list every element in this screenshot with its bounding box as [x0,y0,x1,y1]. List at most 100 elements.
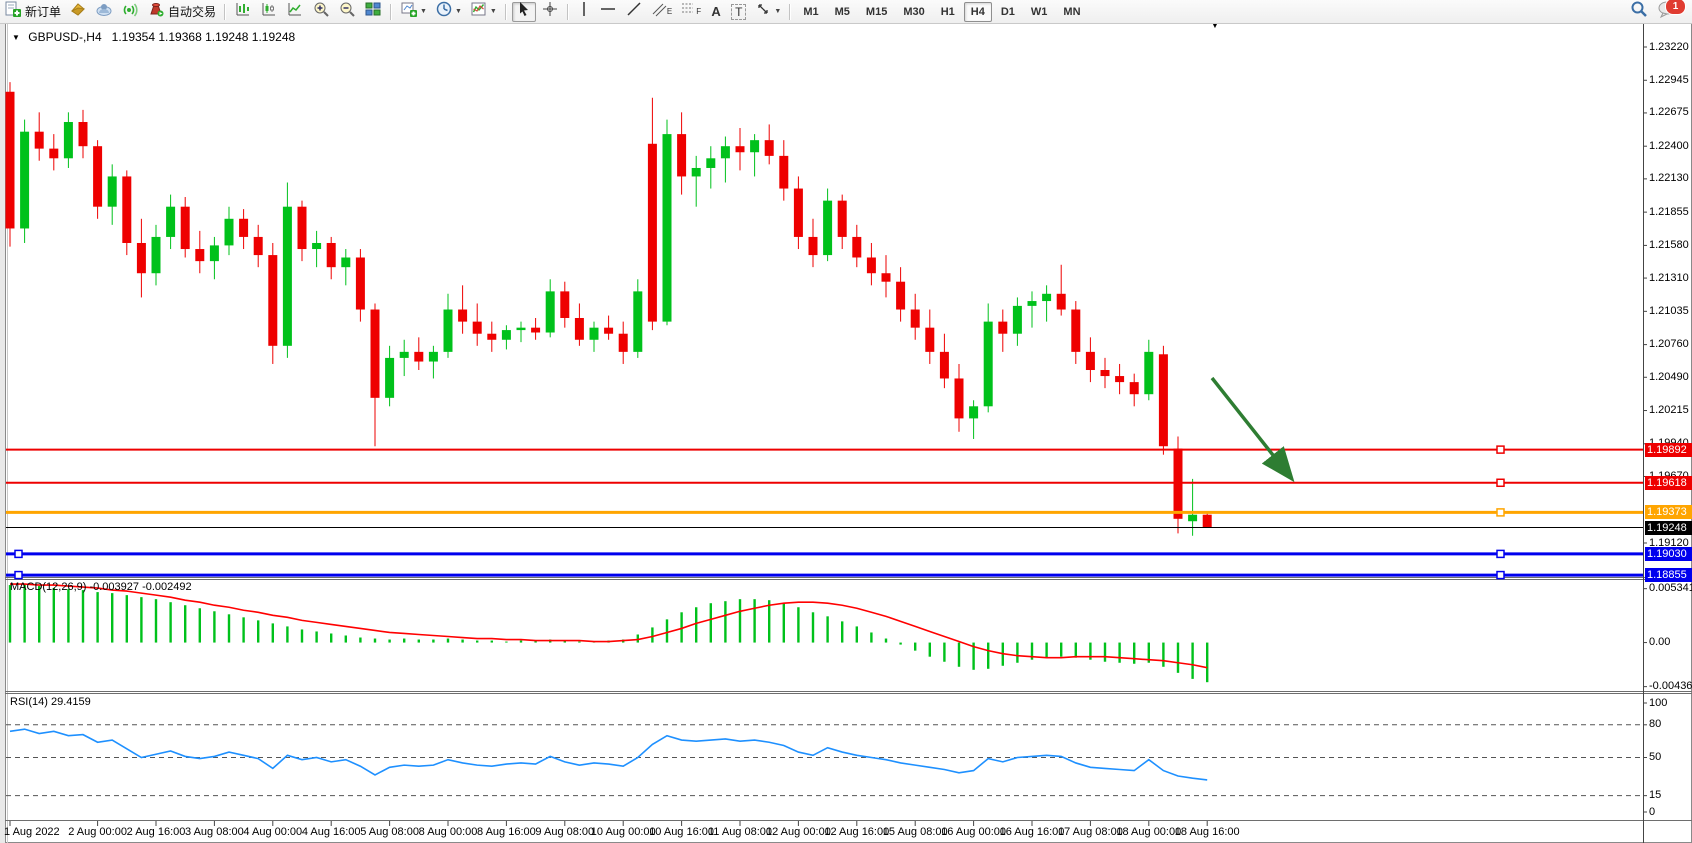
rsi-axis-label: 0 [1649,806,1655,818]
timeframe-button-m30[interactable]: M30 [896,2,931,22]
channel-icon [651,0,667,23]
rsi-panel-area[interactable] [6,694,1643,820]
text-label-tool-button[interactable]: T [728,2,749,22]
crosshair-tool-button[interactable] [538,2,562,22]
rsi-axis-label: 100 [1649,697,1667,709]
price-line-tag: 1.18855 [1645,568,1692,582]
window-menu-icon[interactable]: ▼ [12,33,20,42]
timeframe-button-mn[interactable]: MN [1056,2,1087,22]
rsi-axis-label: 50 [1649,751,1661,763]
candlestick-chart-button[interactable] [257,2,281,22]
rsi-axis-label: 15 [1649,789,1661,801]
time-axis-label: 4 Aug 00:00 [243,826,302,838]
new-chart-icon [400,0,418,23]
notifications-button[interactable]: 1 [1654,1,1680,21]
price-tick-label: 1.22130 [1649,172,1689,184]
chart-symbol-period: GBPUSD-,H4 [28,30,101,44]
text-tool-button[interactable]: A [706,2,726,22]
fibonacci-tool-button[interactable]: F [677,2,704,22]
time-axis-label: 4 Aug 16:00 [302,826,361,838]
chart-title: ▼ GBPUSD-,H4 1.19354 1.19368 1.19248 1.1… [12,30,295,44]
fibonacci-letter: F [696,7,701,16]
text-label-icon: T [731,4,746,20]
history-button[interactable] [66,2,90,22]
macd-axis-label: 0.005341 [1649,582,1692,594]
time-axis-label: 15 Aug 08:00 [883,826,948,838]
price-tick-label: 1.23220 [1649,41,1689,53]
timeframe-button-h1[interactable]: H1 [934,2,962,22]
zoom-out-button[interactable] [335,2,359,22]
toolbar-separator [224,4,226,20]
tile-windows-icon [364,0,382,23]
bar-chart-icon [234,0,252,23]
price-tick-label: 1.20760 [1649,338,1689,350]
time-axis-label: 5 Aug 08:00 [360,826,419,838]
timeframe-button-m1[interactable]: M1 [796,2,825,22]
time-axis-label: 11 Aug 08:00 [708,826,772,838]
time-axis-label: 18 Aug 16:00 [1175,826,1240,838]
candlestick-chart-icon [260,0,278,23]
time-axis-label: 2 Aug 00:00 [68,826,127,838]
text-tool-icon: A [711,4,720,19]
line-chart-button[interactable] [283,2,307,22]
price-line-tag: 1.19030 [1645,547,1692,561]
main-toolbar: 新订单 自动交易 ▼ [0,0,1692,24]
price-tick-label: 1.21580 [1649,239,1689,251]
timeframe-button-w1[interactable]: W1 [1024,2,1055,22]
profiles-button[interactable]: ▼ [432,2,465,22]
new-chart-button[interactable]: ▼ [397,2,430,22]
crosshair-icon [541,0,559,23]
arrows-tool-button[interactable]: ▼ [751,2,784,22]
price-tick-label: 1.20215 [1649,404,1689,416]
line-chart-icon [286,0,304,23]
cursor-icon [515,0,533,23]
cursor-tool-button[interactable] [512,2,536,22]
price-tick-label: 1.22945 [1649,74,1689,86]
horizontal-line-tool-button[interactable] [596,2,620,22]
tile-windows-button[interactable] [361,2,385,22]
signal-icon [121,0,139,23]
timeframe-button-h4[interactable]: H4 [964,2,992,22]
time-axis-label: 1 Aug 2022 [4,826,60,838]
zoom-in-icon [312,0,330,23]
dropdown-caret-icon: ▼ [490,8,497,15]
new-order-icon [4,0,22,23]
toolbar-separator [505,4,507,20]
vertical-line-icon [577,0,591,23]
rsi-indicator-label: RSI(14) 29.4159 [10,696,91,708]
equidistant-channel-tool-button[interactable]: E [648,2,675,22]
time-axis-label: 2 Aug 16:00 [127,826,186,838]
notification-badge: 1 [1665,0,1686,15]
toolbar-separator [390,4,392,20]
toolbar-separator [789,4,791,20]
timeframe-toolbar: M1M5M15M30H1H4D1W1MN [795,2,1088,22]
macd-axis-label: -0.004368 [1649,680,1692,692]
new-order-button[interactable]: 新订单 [1,2,64,22]
current-price-tag: 1.19248 [1645,521,1692,535]
price-tick-label: 1.21310 [1649,272,1689,284]
arrows-icon [754,0,772,23]
publish-button[interactable] [92,2,116,22]
price-tick-label: 1.20490 [1649,371,1689,383]
timeframe-button-m5[interactable]: M5 [828,2,857,22]
zoom-in-button[interactable] [309,2,333,22]
indicators-icon [470,0,488,23]
timeframe-button-d1[interactable]: D1 [994,2,1022,22]
main-chart-area[interactable] [6,28,1643,577]
search-button[interactable] [1626,1,1652,21]
bar-chart-button[interactable] [231,2,255,22]
macd-panel-area[interactable] [6,580,1643,691]
time-axis-label: 10 Aug 16:00 [649,826,714,838]
trendline-tool-button[interactable] [622,2,646,22]
alerts-button[interactable] [118,2,142,22]
rsi-axis-label: 80 [1649,718,1661,730]
timeframe-button-m15[interactable]: M15 [859,2,894,22]
autotrading-button[interactable]: 自动交易 [144,2,219,22]
time-axis-label: 3 Aug 08:00 [185,826,244,838]
time-axis-label: 12 Aug 16:00 [824,826,889,838]
zoom-out-icon [338,0,356,23]
clock-icon [435,0,453,23]
indicators-button[interactable]: ▼ [467,2,500,22]
dropdown-caret-icon: ▼ [774,8,781,15]
vertical-line-tool-button[interactable] [574,2,594,22]
